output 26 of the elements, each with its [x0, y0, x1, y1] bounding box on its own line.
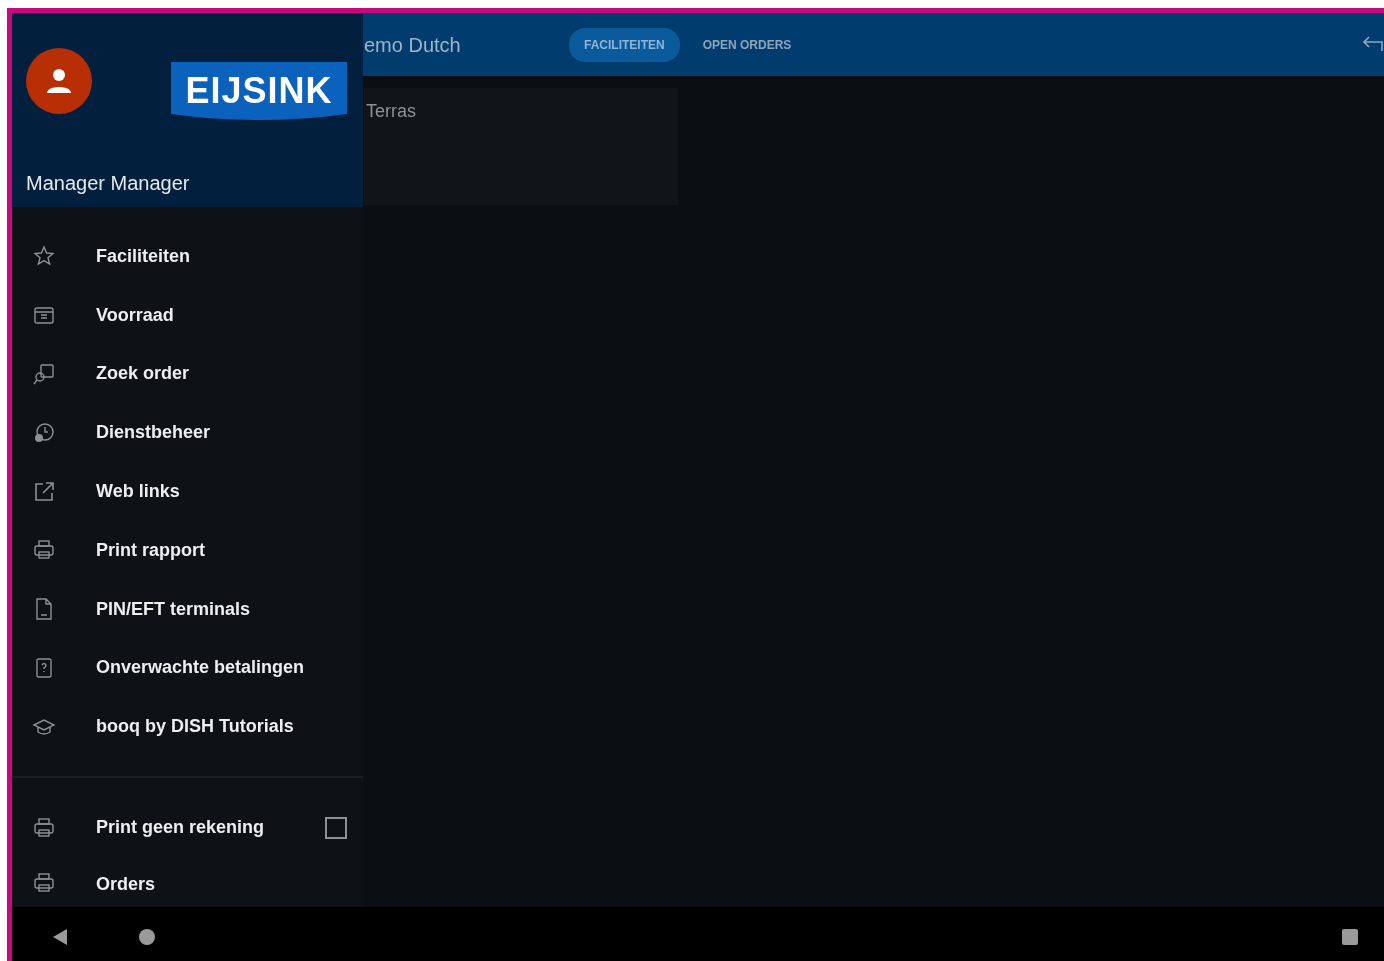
printer-icon: [32, 815, 56, 840]
menu-item[interactable]: Web links: [12, 462, 363, 521]
menu-item[interactable]: Print geen rekening: [12, 798, 363, 857]
home-icon[interactable]: [139, 929, 155, 945]
menu-item[interactable]: Voorraad: [12, 285, 363, 345]
app-title: emo Dutch: [364, 32, 462, 58]
clock-icon: [32, 420, 56, 445]
menu-item[interactable]: Onverwachte betalingen: [12, 638, 363, 698]
search-icon: [32, 362, 56, 386]
printer-icon: [32, 870, 56, 895]
menu-item[interactable]: PIN/EFT terminals: [12, 579, 363, 639]
tab[interactable]: OPEN ORDERS: [687, 27, 807, 62]
menu-item[interactable]: Zoek order: [12, 344, 363, 404]
external-link-icon: [32, 479, 56, 504]
user-name: Manager Manager: [26, 171, 190, 196]
logo: EIJSINK: [171, 62, 347, 122]
checkbox[interactable]: [325, 816, 347, 839]
menu-item[interactable]: booq by DISH Tutorials: [12, 697, 363, 757]
logout-icon[interactable]: [1362, 35, 1384, 53]
back-icon[interactable]: [52, 928, 68, 946]
menu-item[interactable]: Orders: [12, 856, 363, 907]
menu-item[interactable]: Faciliteiten: [12, 227, 363, 286]
menu-item[interactable]: Dienstbeheer: [12, 403, 363, 463]
card-title: Terras: [366, 101, 416, 121]
facility-card[interactable]: Terras: [364, 88, 678, 205]
menu-item[interactable]: Print rapport: [12, 521, 363, 580]
